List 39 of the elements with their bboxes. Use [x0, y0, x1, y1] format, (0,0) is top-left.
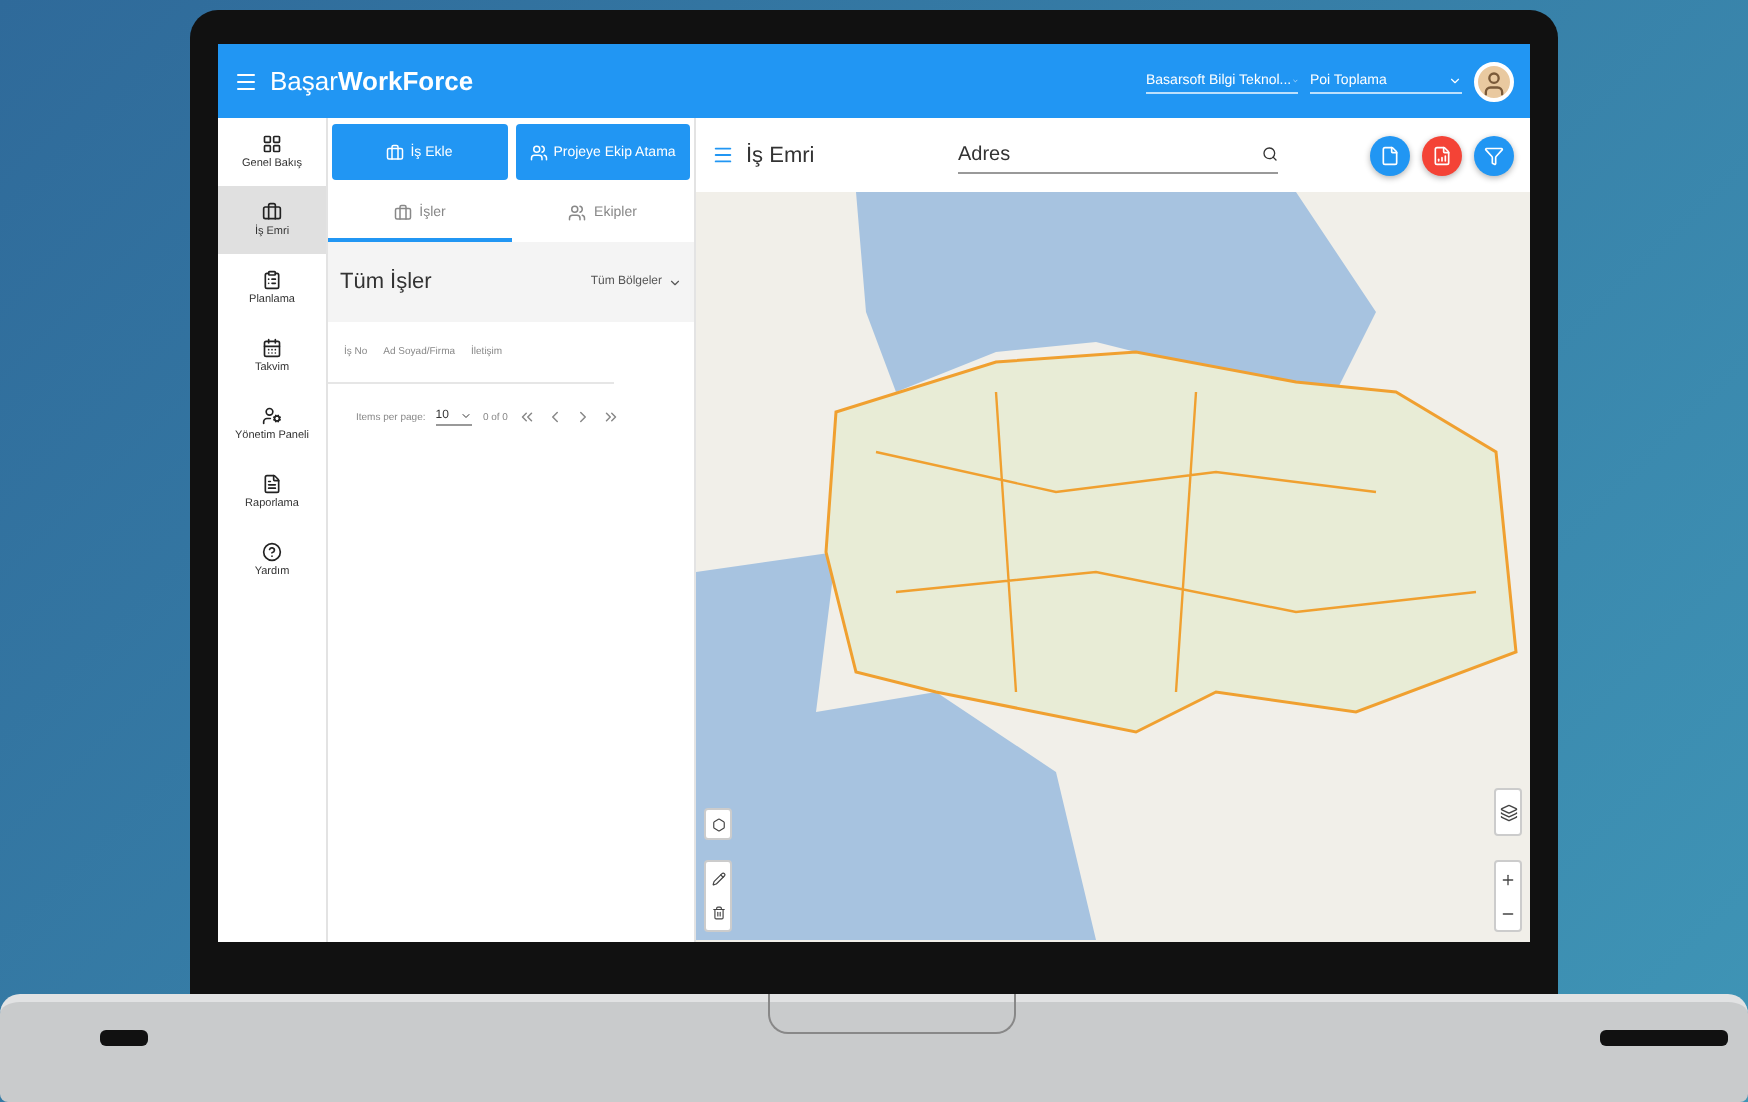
list-title: Tüm İşler: [340, 270, 432, 294]
clipboard-icon: [262, 270, 282, 290]
report-icon: [1432, 145, 1452, 165]
zoom-control[interactable]: [1494, 860, 1522, 932]
document-button[interactable]: [1370, 135, 1410, 175]
pencil-icon[interactable]: [711, 872, 725, 886]
layers-icon: [1499, 803, 1517, 821]
report-button[interactable]: [1422, 135, 1462, 175]
calendar-icon: [262, 338, 282, 358]
people-icon: [568, 203, 587, 221]
address-search-field[interactable]: Adres: [958, 137, 1278, 173]
app-logo: BaşarWorkForce: [270, 66, 474, 96]
document-icon: [262, 474, 282, 494]
layers-button[interactable]: [1494, 788, 1522, 836]
filter-icon: [1484, 145, 1504, 165]
search-icon: [1262, 146, 1278, 162]
draw-toolbar[interactable]: [704, 860, 732, 932]
first-page-icon[interactable]: [517, 408, 536, 426]
user-gear-icon: [262, 406, 282, 426]
briefcase-icon: [262, 202, 282, 222]
document-icon: [1380, 145, 1400, 165]
briefcase-icon: [393, 203, 412, 221]
location-control[interactable]: [704, 808, 732, 840]
caret-icon: [668, 275, 682, 289]
caret-icon: [460, 409, 473, 421]
menu-icon[interactable]: [712, 144, 734, 166]
help-icon: [262, 542, 282, 562]
zoom-in-icon[interactable]: [1500, 871, 1516, 887]
last-page-icon[interactable]: [601, 408, 620, 426]
grid-icon: [262, 134, 282, 154]
briefcase-icon: [386, 143, 405, 161]
hexagon-icon[interactable]: [711, 817, 725, 831]
map-title: İş Emri: [746, 143, 817, 167]
menu-icon[interactable]: [234, 69, 258, 93]
people-icon: [529, 143, 548, 161]
avatar[interactable]: [1474, 61, 1514, 101]
caret-icon: [1448, 73, 1462, 87]
trash-icon[interactable]: [711, 906, 725, 920]
filter-button[interactable]: [1474, 135, 1514, 175]
